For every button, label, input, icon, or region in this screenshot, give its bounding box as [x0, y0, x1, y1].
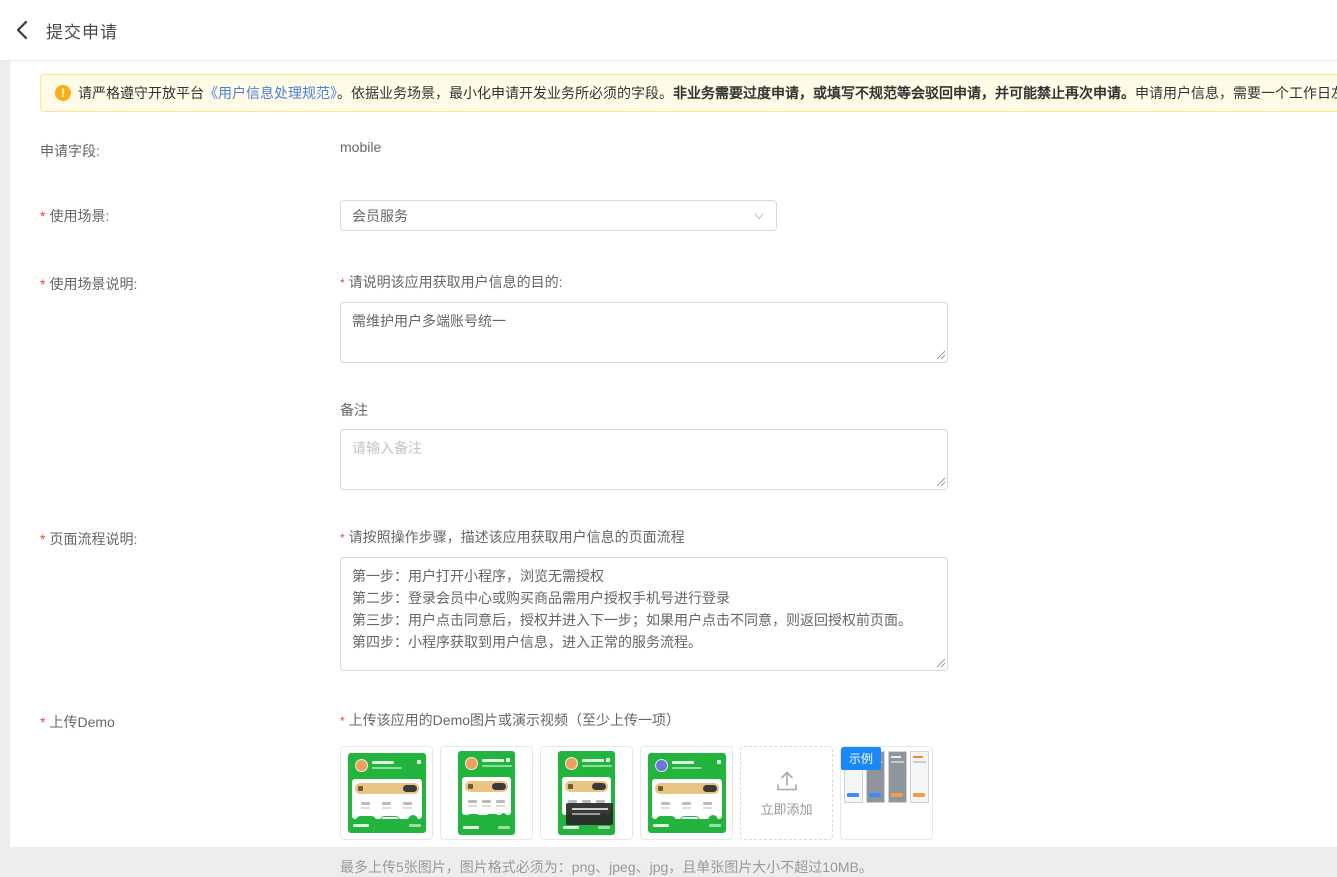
apply-field-value: mobile	[340, 139, 381, 155]
uploaded-demo-image-4[interactable]	[640, 746, 733, 840]
form-panel: ! 请严格遵守开放平台《用户信息处理规范》。依据业务场景，最小化申请开发业务所必…	[10, 61, 1337, 847]
page-flow-textarea[interactable]: 第一步：用户打开小程序，浏览无需授权 第二步：登录会员中心或购买商品需用户授权手…	[340, 557, 948, 671]
row-page-flow: *页面流程说明: *请按照操作步骤，描述该应用获取用户信息的页面流程 第一步：用…	[40, 527, 1337, 671]
usage-scene-selected-value: 会员服务	[352, 206, 408, 226]
mini-program-screenshot	[348, 753, 426, 833]
user-info-spec-link[interactable]: 《用户信息处理规范》	[204, 85, 337, 101]
chevron-left-icon	[14, 20, 30, 40]
upload-hint: *上传该应用的Demo图片或演示视频（至少上传一项）	[340, 710, 1337, 731]
uploaded-demo-image-2[interactable]	[440, 746, 533, 840]
notice-text-tail: 申请用户信息，需要一个工作日左右的审核时间，请耐	[1135, 85, 1337, 101]
upload-demo-label: *上传Demo	[40, 710, 340, 732]
notice-text-mid: 。依据业务场景，最小化申请开发业务所必须的字段。	[337, 85, 673, 101]
uploaded-demo-image-1[interactable]	[340, 746, 433, 840]
row-upload-demo: *上传Demo *上传该应用的Demo图片或演示视频（至少上传一项） 立即添加 示…	[40, 710, 1337, 877]
mini-program-screenshot	[558, 751, 615, 835]
example-badge: 示例	[841, 747, 881, 770]
example-thumbnail[interactable]: 示例	[840, 746, 933, 840]
avatar	[355, 759, 368, 772]
warning-icon: !	[55, 85, 71, 101]
upload-format-tip: 最多上传5张图片，图片格式必须为：png、jpeg、jpg，且单张图片大小不超过…	[340, 857, 1337, 877]
mini-program-screenshot	[458, 751, 515, 835]
row-scene-description: *使用场景说明: *请说明该应用获取用户信息的目的: 需维护用户多端账号统一 备…	[40, 272, 1337, 490]
scene-description-label: *使用场景说明:	[40, 272, 340, 294]
avatar	[465, 757, 478, 770]
row-usage-scene: *使用场景: 会员服务	[40, 200, 1337, 231]
note-textarea[interactable]	[340, 429, 948, 490]
note-label: 备注	[340, 400, 1337, 420]
page-flow-hint: *请按照操作步骤，描述该应用获取用户信息的页面流程	[340, 527, 1337, 548]
usage-scene-label: *使用场景:	[40, 206, 340, 226]
purpose-textarea[interactable]: 需维护用户多端账号统一	[340, 302, 948, 363]
back-button[interactable]	[0, 8, 44, 52]
purpose-hint: *请说明该应用获取用户信息的目的:	[340, 272, 1337, 293]
page-title: 提交申请	[46, 18, 118, 43]
row-apply-field: 申请字段: mobile	[40, 139, 1337, 161]
uploaded-demo-image-3[interactable]	[540, 746, 633, 840]
add-upload-label: 立即添加	[760, 799, 812, 818]
avatar	[655, 759, 668, 772]
upload-thumbnail-list: 立即添加 示例	[340, 746, 1337, 840]
notice-bar: ! 请严格遵守开放平台《用户信息处理规范》。依据业务场景，最小化申请开发业务所必…	[40, 74, 1337, 112]
notice-text-bold: 非业务需要过度申请，或填写不规范等会驳回申请，并可能禁止再次申请。	[673, 85, 1135, 101]
page-flow-label: *页面流程说明:	[40, 527, 340, 549]
add-upload-button[interactable]: 立即添加	[740, 746, 833, 840]
apply-field-label: 申请字段:	[40, 139, 340, 161]
notice-text-pre: 请严格遵守开放平台	[78, 85, 204, 101]
permission-tooltip	[566, 803, 613, 825]
upload-icon	[774, 769, 800, 793]
chevron-down-icon	[753, 210, 765, 222]
avatar	[565, 757, 578, 770]
usage-scene-select[interactable]: 会员服务	[340, 200, 777, 231]
mini-program-screenshot	[648, 753, 726, 833]
page-header: 提交申请	[0, 0, 1337, 61]
